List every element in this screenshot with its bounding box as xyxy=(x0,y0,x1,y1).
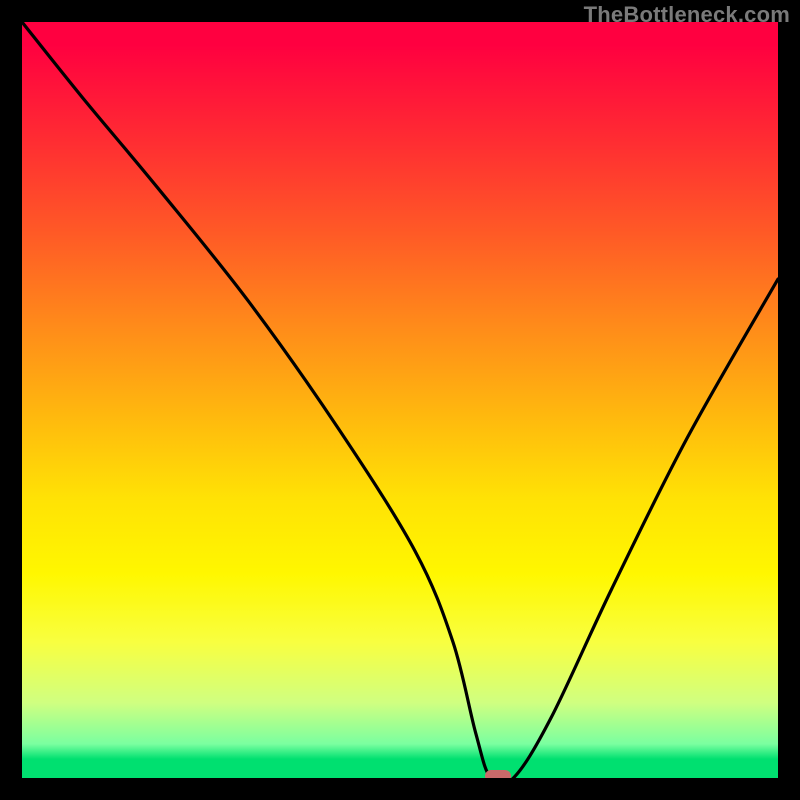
chart-frame: TheBottleneck.com xyxy=(0,0,800,800)
plot-area xyxy=(22,22,778,778)
bottleneck-curve xyxy=(22,22,778,778)
watermark-text: TheBottleneck.com xyxy=(584,2,790,28)
optimum-marker xyxy=(485,770,511,778)
